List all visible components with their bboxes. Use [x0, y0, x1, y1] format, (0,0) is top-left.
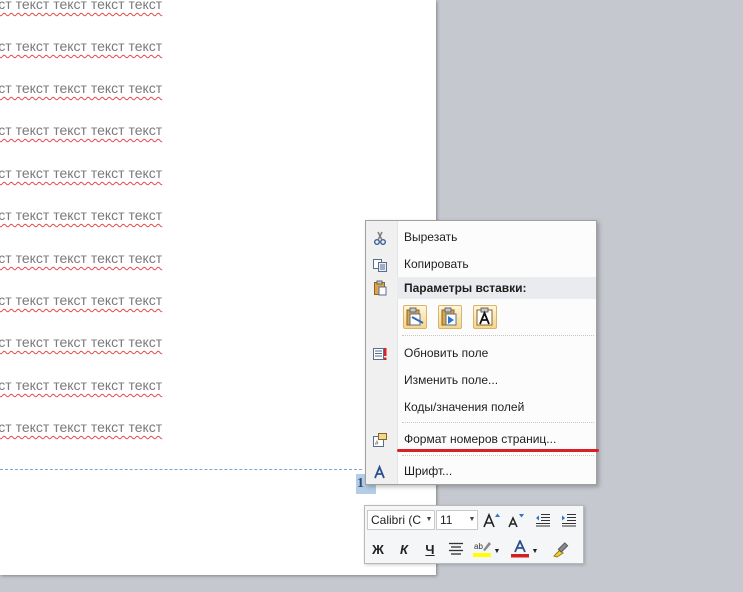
- scissors-icon: [371, 229, 389, 247]
- menu-item-font[interactable]: Шрифт...: [366, 458, 596, 485]
- font-icon: [371, 463, 389, 481]
- menu-item-edit-field[interactable]: Изменить поле...: [366, 367, 596, 394]
- paste-text-only-button[interactable]: [473, 305, 497, 329]
- chevron-down-icon[interactable]: ▼: [492, 541, 502, 561]
- text-highlight-button[interactable]: ab: [471, 539, 493, 559]
- decrease-indent-button[interactable]: [532, 510, 554, 530]
- body-text-line[interactable]: кст текст текст текст текст: [0, 290, 162, 310]
- grow-font-icon: [483, 512, 500, 528]
- font-color-button[interactable]: [509, 539, 531, 559]
- chevron-down-icon[interactable]: ▼: [424, 511, 434, 529]
- shrink-font-icon: [508, 514, 524, 528]
- body-text-line[interactable]: кст текст текст текст текст: [0, 248, 162, 268]
- menu-separator: [402, 335, 594, 336]
- center-align-button[interactable]: [445, 539, 467, 559]
- update-field-icon: [371, 345, 389, 363]
- copy-icon: [371, 256, 389, 274]
- menu-item-update-field[interactable]: Обновить поле: [366, 340, 596, 367]
- paste-keep-formatting-icon: [406, 307, 424, 326]
- menu-separator: [402, 422, 594, 423]
- menu-item-toggle-field-codes[interactable]: Коды/значения полей: [366, 394, 596, 421]
- footer-boundary: [0, 469, 362, 470]
- menu-item-copy[interactable]: Копировать: [366, 251, 596, 278]
- chevron-down-icon[interactable]: ▼: [467, 511, 477, 529]
- menu-item-cut-label: Вырезать: [404, 230, 458, 244]
- menu-item-cut[interactable]: Вырезать: [366, 224, 596, 251]
- underline-button[interactable]: Ч: [419, 539, 441, 559]
- format-painter-icon: [553, 542, 569, 558]
- document-workspace: кст текст текст текст текст кст текст те…: [0, 0, 743, 592]
- menu-item-copy-label: Копировать: [404, 257, 469, 271]
- body-text-line[interactable]: кст текст текст текст текст: [0, 417, 162, 437]
- menu-item-toggle-field-codes-label: Коды/значения полей: [404, 400, 525, 414]
- paste-options-header-label: Параметры вставки:: [404, 281, 527, 295]
- body-text-line[interactable]: кст текст текст текст текст: [0, 375, 162, 395]
- bold-button[interactable]: Ж: [367, 539, 389, 559]
- body-text-line[interactable]: кст текст текст текст текст: [0, 0, 162, 14]
- menu-item-update-field-label: Обновить поле: [404, 346, 489, 360]
- mini-toolbar: Calibri (С ▼ 11 ▼ Ж К Ч ab ▼ ▼: [364, 505, 584, 564]
- font-size-combobox[interactable]: 11 ▼: [436, 510, 478, 530]
- paste-keep-formatting-button[interactable]: [403, 305, 427, 329]
- context-menu: Вырезать Копировать Параметры вставки: О…: [365, 220, 597, 485]
- page-number-format-icon: #: [371, 431, 389, 449]
- highlighter-icon: ab: [473, 542, 491, 557]
- paste-merge-formatting-icon: [441, 307, 457, 326]
- menu-item-font-label: Шрифт...: [404, 464, 453, 478]
- body-text-line[interactable]: кст текст текст текст текст: [0, 36, 162, 56]
- annotation-underline: [397, 449, 599, 452]
- increase-indent-button[interactable]: [558, 510, 580, 530]
- align-center-icon: [449, 542, 463, 555]
- body-text-line[interactable]: кст текст текст текст текст: [0, 78, 162, 98]
- font-name-combobox[interactable]: Calibri (С ▼: [367, 510, 435, 530]
- shrink-font-button[interactable]: [505, 510, 527, 530]
- menu-separator: [402, 455, 594, 456]
- body-text-line[interactable]: кст текст текст текст текст: [0, 163, 162, 183]
- chevron-down-icon[interactable]: ▼: [530, 541, 540, 561]
- body-text-line[interactable]: кст текст текст текст текст: [0, 205, 162, 225]
- font-color-icon: [511, 540, 529, 558]
- svg-text:ab: ab: [474, 542, 483, 551]
- italic-button[interactable]: К: [393, 539, 415, 559]
- paste-merge-formatting-button[interactable]: [438, 305, 462, 329]
- format-painter-button[interactable]: [550, 539, 572, 559]
- clipboard-icon: [371, 279, 389, 297]
- increase-indent-icon: [562, 514, 576, 527]
- grow-font-button[interactable]: [481, 510, 503, 530]
- font-name-value: Calibri (С: [371, 513, 422, 527]
- font-size-value: 11: [440, 513, 453, 527]
- body-text-line[interactable]: кст текст текст текст текст: [0, 332, 162, 352]
- paste-options-header: Параметры вставки:: [397, 277, 596, 299]
- body-text-line[interactable]: кст текст текст текст текст: [0, 120, 162, 140]
- decrease-indent-icon: [536, 514, 550, 527]
- paste-text-only-icon: [476, 307, 493, 326]
- menu-item-edit-field-label: Изменить поле...: [404, 373, 499, 387]
